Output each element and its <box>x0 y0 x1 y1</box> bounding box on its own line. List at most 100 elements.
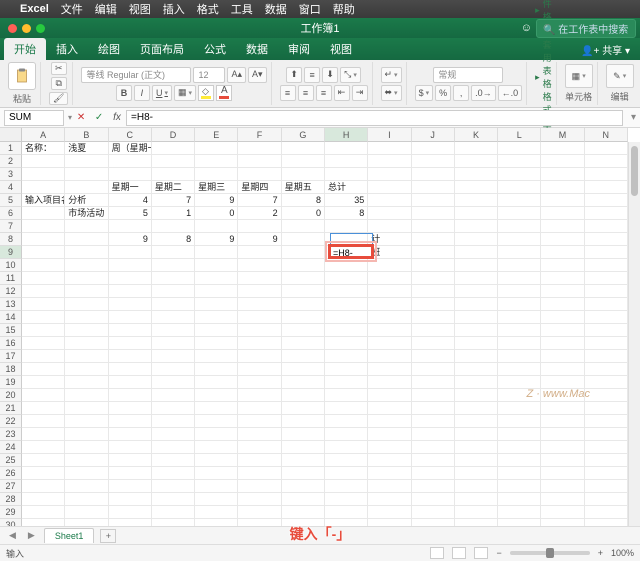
cell-J19[interactable] <box>412 376 455 389</box>
cell-C24[interactable] <box>109 441 152 454</box>
cell-A30[interactable] <box>22 519 65 526</box>
cells-button[interactable]: ▦ <box>565 64 593 88</box>
cell-G1[interactable] <box>282 142 325 155</box>
format-painter-button[interactable]: 🖌 <box>49 92 68 105</box>
column-header-A[interactable]: A <box>22 128 65 142</box>
cell-E8[interactable]: 9 <box>195 233 238 246</box>
row-header-11[interactable]: 11 <box>0 272 22 285</box>
cell-M9[interactable] <box>541 246 584 259</box>
row-header-2[interactable]: 2 <box>0 155 22 168</box>
cell-F8[interactable]: 9 <box>238 233 281 246</box>
cell-B30[interactable] <box>65 519 108 526</box>
cell-B12[interactable] <box>65 285 108 298</box>
cell-E7[interactable] <box>195 220 238 233</box>
cell-E28[interactable] <box>195 493 238 506</box>
cell-M22[interactable] <box>541 415 584 428</box>
column-header-K[interactable]: K <box>455 128 498 142</box>
cell-A17[interactable] <box>22 350 65 363</box>
cell-D23[interactable] <box>152 428 195 441</box>
cell-E18[interactable] <box>195 363 238 376</box>
number-format-select[interactable]: 常规 <box>433 67 503 83</box>
cell-K12[interactable] <box>455 285 498 298</box>
row-header-26[interactable]: 26 <box>0 467 22 480</box>
cell-L22[interactable] <box>498 415 541 428</box>
cell-N21[interactable] <box>585 402 628 415</box>
cell-E20[interactable] <box>195 389 238 402</box>
cell-G21[interactable] <box>282 402 325 415</box>
cell-L13[interactable] <box>498 298 541 311</box>
cell-A4[interactable] <box>22 181 65 194</box>
cell-L3[interactable] <box>498 168 541 181</box>
cut-button[interactable]: ✂ <box>51 62 67 75</box>
page-layout-view-button[interactable] <box>452 547 466 559</box>
cell-G8[interactable] <box>282 233 325 246</box>
cell-G29[interactable] <box>282 506 325 519</box>
cell-I14[interactable] <box>368 311 411 324</box>
cell-J23[interactable] <box>412 428 455 441</box>
cell-C10[interactable] <box>109 259 152 272</box>
cell-M7[interactable] <box>541 220 584 233</box>
sheet-tab[interactable]: Sheet1 <box>44 528 95 543</box>
cell-M25[interactable] <box>541 454 584 467</box>
cell-C25[interactable] <box>109 454 152 467</box>
cell-F22[interactable] <box>238 415 281 428</box>
cell-G4[interactable]: 星期五 <box>282 181 325 194</box>
percent-button[interactable]: % <box>435 85 451 101</box>
cell-E19[interactable] <box>195 376 238 389</box>
cell-N4[interactable] <box>585 181 628 194</box>
cell-J21[interactable] <box>412 402 455 415</box>
row-header-22[interactable]: 22 <box>0 415 22 428</box>
cell-K21[interactable] <box>455 402 498 415</box>
cell-D19[interactable] <box>152 376 195 389</box>
cell-G27[interactable] <box>282 480 325 493</box>
cell-D8[interactable]: 8 <box>152 233 195 246</box>
cell-H9[interactable] <box>325 246 368 259</box>
row-header-18[interactable]: 18 <box>0 363 22 376</box>
cell-F15[interactable] <box>238 324 281 337</box>
cell-M1[interactable] <box>541 142 584 155</box>
cell-H13[interactable] <box>325 298 368 311</box>
cell-N1[interactable] <box>585 142 628 155</box>
cell-G22[interactable] <box>282 415 325 428</box>
menu-window[interactable]: 窗口 <box>299 1 321 17</box>
cell-G7[interactable] <box>282 220 325 233</box>
cell-I12[interactable] <box>368 285 411 298</box>
cell-I24[interactable] <box>368 441 411 454</box>
cell-D1[interactable] <box>152 142 195 155</box>
cell-F27[interactable] <box>238 480 281 493</box>
cell-N20[interactable] <box>585 389 628 402</box>
cell-B25[interactable] <box>65 454 108 467</box>
cell-C20[interactable] <box>109 389 152 402</box>
close-icon[interactable] <box>8 24 17 33</box>
formula-input[interactable]: =H8- <box>126 110 623 126</box>
cell-E16[interactable] <box>195 337 238 350</box>
cell-D28[interactable] <box>152 493 195 506</box>
cell-M17[interactable] <box>541 350 584 363</box>
cell-K13[interactable] <box>455 298 498 311</box>
cell-K8[interactable] <box>455 233 498 246</box>
cell-N24[interactable] <box>585 441 628 454</box>
cell-B22[interactable] <box>65 415 108 428</box>
cell-D17[interactable] <box>152 350 195 363</box>
cell-D3[interactable] <box>152 168 195 181</box>
column-header-H[interactable]: H <box>325 128 368 142</box>
cell-I7[interactable] <box>368 220 411 233</box>
cell-C4[interactable]: 星期一 <box>109 181 152 194</box>
cell-H11[interactable] <box>325 272 368 285</box>
row-header-25[interactable]: 25 <box>0 454 22 467</box>
cell-D30[interactable] <box>152 519 195 526</box>
cell-C14[interactable] <box>109 311 152 324</box>
cell-D24[interactable] <box>152 441 195 454</box>
row-header-16[interactable]: 16 <box>0 337 22 350</box>
cell-A23[interactable] <box>22 428 65 441</box>
cell-J27[interactable] <box>412 480 455 493</box>
cell-N13[interactable] <box>585 298 628 311</box>
cell-N22[interactable] <box>585 415 628 428</box>
cell-H16[interactable] <box>325 337 368 350</box>
cell-M30[interactable] <box>541 519 584 526</box>
cell-I20[interactable] <box>368 389 411 402</box>
cell-I25[interactable] <box>368 454 411 467</box>
cell-A28[interactable] <box>22 493 65 506</box>
cell-D13[interactable] <box>152 298 195 311</box>
cell-J29[interactable] <box>412 506 455 519</box>
